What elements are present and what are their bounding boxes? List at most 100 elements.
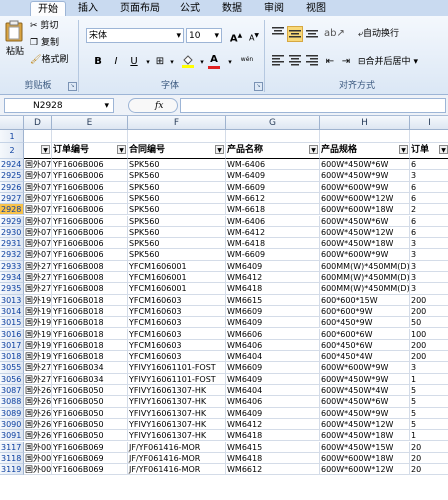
row-header[interactable]: 3118 [0,452,24,465]
order-no-cell[interactable]: YF1606B018 [52,339,128,352]
contract-no-cell[interactable]: YFIVY16061101-FOST [128,362,226,374]
product-name-cell[interactable]: WM6418 [226,452,320,465]
tab-page-layout[interactable]: 页面布局 [112,1,168,16]
row-header[interactable]: 3018 [0,351,24,363]
column-header-e[interactable]: E [52,116,128,130]
contract-no-cell[interactable]: JF/YF061416-MOR [128,452,226,465]
contract-no-cell[interactable]: SPK560 [128,170,226,182]
column-header-g[interactable]: G [226,116,320,130]
filter-dropdown-icon[interactable]: ▼ [41,145,50,154]
region-cell[interactable]: 国外073 [24,238,52,250]
product-name-cell[interactable]: WM-6406 [226,215,320,227]
order-no-cell[interactable]: YF1606B018 [52,317,128,329]
region-cell[interactable]: 国外275 [24,362,52,374]
product-name-cell[interactable]: WM6409 [226,407,320,419]
order-qty-cell[interactable]: 5 [410,408,448,419]
contract-no-cell[interactable]: YFIVY16061307-HK [128,385,226,397]
order-qty-cell[interactable]: 2 [410,204,448,216]
order-qty-cell[interactable]: 6 [410,159,448,171]
cell[interactable] [24,130,52,143]
region-cell[interactable]: 国外073 [24,204,52,216]
product-name-cell[interactable]: WM6406 [226,339,320,352]
contract-no-cell[interactable]: SPK560 [128,159,226,171]
product-spec-cell[interactable]: 600W*450W*12W [320,418,410,431]
column-header-d[interactable]: D [24,116,52,130]
order-qty-cell[interactable]: 3 [410,261,448,272]
product-name-cell[interactable]: WM6406 [226,396,320,408]
align-bottom-button[interactable] [304,26,320,42]
header-cell[interactable]: ▼ [24,143,52,159]
product-spec-cell[interactable]: 600W*450W*9W [320,407,410,419]
product-spec-cell[interactable]: 600MM(W)*450MM(D)*9 [320,260,410,272]
order-qty-cell[interactable]: 6 [410,216,448,227]
row-header[interactable]: 3014 [0,305,24,318]
product-spec-cell[interactable]: 600*600*15W [320,294,410,306]
phonetic-button[interactable]: wén [236,52,258,68]
chevron-down-icon[interactable]: ▾ [164,54,180,70]
cell[interactable] [320,130,410,143]
align-left-button[interactable] [270,54,286,70]
row-header[interactable]: 2932 [0,249,24,261]
font-name-box[interactable]: 宋体 ▾ [86,28,184,43]
order-qty-cell[interactable]: 6 [410,182,448,193]
row-header[interactable]: 3055 [0,362,24,374]
order-no-cell[interactable]: YF1606B006 [52,226,128,239]
region-cell[interactable]: 国外278 [24,283,52,295]
region-cell[interactable]: 国外266 [24,418,52,431]
paste-button[interactable]: 粘贴 [4,20,26,60]
region-cell[interactable]: 国外192 [24,339,52,352]
order-no-cell[interactable]: YF1606B034 [52,373,128,385]
order-qty-cell[interactable]: 200 [410,340,448,352]
italic-button[interactable]: I [108,54,124,70]
order-no-cell[interactable]: YF1606B006 [52,238,128,250]
order-qty-cell[interactable]: 200 [410,351,448,363]
product-spec-cell[interactable]: 600W*450W*9W [320,373,410,385]
product-name-cell[interactable]: WM6409 [226,260,320,272]
decrease-indent-button[interactable]: ⇤ [322,54,338,70]
contract-no-cell[interactable]: SPK560 [128,181,226,193]
product-spec-cell[interactable]: 600MM(W)*450MM(D)*1 [320,272,410,284]
contract-no-cell[interactable]: SPK560 [128,249,226,261]
tab-view[interactable]: 视图 [298,1,334,16]
order-qty-cell[interactable]: 20 [410,442,448,453]
contract-no-cell[interactable]: YFIVY16061307-HK [128,407,226,419]
product-name-cell[interactable]: WM-6406 [226,159,320,171]
region-cell[interactable]: 国外278 [24,272,52,284]
tab-review[interactable]: 审阅 [256,1,292,16]
product-name-cell[interactable]: WM-6409 [226,170,320,182]
region-cell[interactable]: 国外266 [24,430,52,442]
contract-no-cell[interactable]: JF/YF061416-MOR [128,464,226,476]
contract-no-cell[interactable]: SPK560 [128,204,226,216]
contract-no-cell[interactable]: SPK560 [128,192,226,205]
tab-insert[interactable]: 插入 [70,1,106,16]
product-name-cell[interactable]: WM-6612 [226,192,320,205]
order-no-cell[interactable]: YF1606B069 [52,441,128,453]
product-spec-cell[interactable]: 600W*600W*18W [320,452,410,465]
contract-no-cell[interactable]: SPK560 [128,238,226,250]
row-header[interactable]: 2934 [0,272,24,284]
product-spec-cell[interactable]: 600W*450W*18W [320,238,410,250]
align-center-button[interactable] [287,54,303,70]
product-name-cell[interactable]: WM6415 [226,441,320,453]
font-color-button[interactable]: A [206,52,222,69]
contract-no-cell[interactable]: YFCM160603 [128,305,226,318]
product-spec-cell[interactable]: 600W*600W*18W [320,204,410,216]
copy-button[interactable]: ❐ 复制 [30,37,59,49]
region-cell[interactable]: 国外266 [24,407,52,419]
order-qty-cell[interactable]: 3 [410,170,448,182]
contract-no-cell[interactable]: YFCM160603 [128,317,226,329]
contract-no-cell[interactable]: JF/YF061416-MOR [128,441,226,453]
cell[interactable] [52,130,128,143]
clipboard-launcher-icon[interactable]: ↘ [68,82,77,91]
filter-dropdown-icon[interactable]: ▼ [215,145,224,154]
row-header[interactable]: 3089 [0,407,24,419]
region-cell[interactable]: 国外073 [24,249,52,261]
contract-no-cell[interactable]: SPK560 [128,226,226,239]
product-name-cell[interactable]: WM6609 [226,362,320,374]
order-qty-cell[interactable]: 1 [410,430,448,442]
contract-no-cell[interactable]: SPK560 [128,215,226,227]
region-cell[interactable]: 国外266 [24,396,52,408]
shrink-font-button[interactable]: A▼ [246,28,262,44]
order-no-cell[interactable]: YF1606B006 [52,170,128,182]
product-spec-cell[interactable]: 600W*600W*12W [320,464,410,476]
